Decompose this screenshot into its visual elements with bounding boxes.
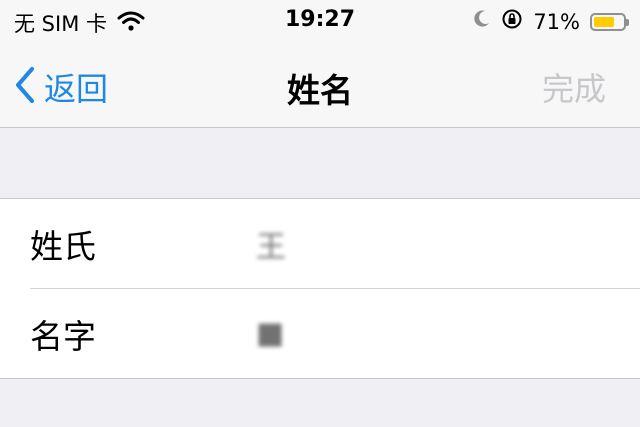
name-fields-list: 姓氏 王 名字 ■ <box>0 198 640 379</box>
last-name-label: 姓氏 <box>30 226 96 266</box>
last-name-row[interactable]: 姓氏 王 <box>0 199 640 288</box>
battery-cap <box>626 18 629 26</box>
moon-icon <box>473 9 491 34</box>
first-name-row[interactable]: 名字 ■ <box>30 288 640 378</box>
done-button[interactable]: 完成 <box>542 64 606 110</box>
status-bar: 无 SIM 卡 19:27 71% <box>0 0 640 42</box>
first-name-field[interactable]: ■ <box>256 316 284 351</box>
orientation-lock-icon <box>501 8 523 35</box>
battery-fill <box>594 16 614 27</box>
last-name-field[interactable]: 王 <box>256 222 286 266</box>
navigation-bar: 返回 姓名 完成 <box>0 42 640 128</box>
first-name-label: 名字 <box>30 316 96 356</box>
battery-percent: 71% <box>533 9 580 34</box>
battery-icon <box>590 12 629 31</box>
status-right: 71% <box>473 8 629 35</box>
